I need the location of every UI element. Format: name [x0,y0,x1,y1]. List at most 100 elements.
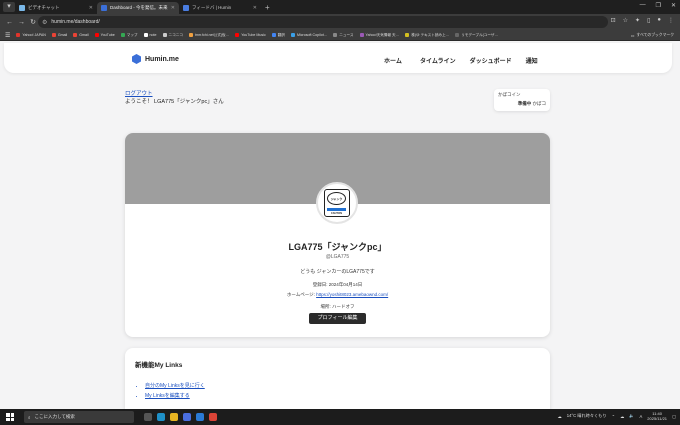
minimize-icon[interactable]: — [640,2,646,9]
bookmark-item[interactable]: tmrr.fchi.net公式(仮… [188,32,230,38]
tab-video-chat[interactable]: ビデオチャット ✕ [15,2,97,14]
site-logo[interactable]: Humin.me [132,54,179,64]
bookmark-label: tmrr.fchi.net公式(仮… [194,32,230,37]
windows-start-icon[interactable] [6,413,14,421]
bookmark-label: Gmail [57,33,68,37]
my-links-view-link[interactable]: 自分のMy Linksを見に行く [145,383,205,389]
back-icon[interactable]: ← [6,19,13,26]
my-links-title: 新機能My Links [135,362,183,369]
bookmark-item[interactable]: ニコニコ [162,32,183,38]
homepage-link[interactable]: https://yoshit8023.amebaownd.com/ [316,292,388,297]
task-view-icon[interactable] [144,413,152,421]
avatar[interactable]: ジャンク CAUTION [316,182,358,224]
logo-text: Humin.me [145,55,179,63]
nav-timeline[interactable]: タイムライン [420,56,456,65]
weather-text[interactable]: 14°C 晴れ時々くもり [567,413,607,419]
ime-indicator[interactable]: A [640,414,643,419]
bookmark-item[interactable]: リモデーブル(ユーザ… [455,33,498,38]
chrome-icon[interactable] [209,413,217,421]
apps-grid-icon[interactable]: ☰ [5,32,10,39]
bookmark-favicon-icon [333,33,338,37]
install-app-icon[interactable]: ⊡ [611,17,616,24]
url-omnibox[interactable]: ⚙ humin.me/dashboard/ [38,16,608,28]
profile-registered: 登録日: 2024年04月14日 [312,282,363,287]
bookmark-item[interactable]: note [143,33,157,37]
tab-feedback[interactable]: フィードバ | Humin ✕ [179,2,261,14]
bookmark-item[interactable]: YouTube Music [235,33,266,37]
bookmark-label: ニュース [339,32,354,37]
notification-icon[interactable]: ▢ [672,414,676,419]
tab-label: ビデオチャット [28,5,60,10]
bookmark-star-icon[interactable]: ☆ [623,17,628,24]
my-links-view-item[interactable]: 自分のMy Linksを見に行く [145,382,540,389]
profile-icon[interactable]: ● [657,17,661,24]
all-bookmarks-button[interactable]: ▭ すべてのブックマーク [631,33,674,38]
weather-icon[interactable]: ☁ [558,414,562,419]
bookmark-favicon-icon [120,33,125,37]
bookmark-item[interactable]: Gmail [51,33,68,37]
bookmark-item[interactable]: 翻訳 [271,33,285,38]
bookmark-favicon-icon [51,33,56,37]
bookmark-favicon-icon [16,33,21,37]
site-header: Humin.me ホーム タイムライン ダッシュボード 通知 [4,43,672,73]
bookmark-label: ニコニコ [168,32,183,37]
close-window-icon[interactable]: ✕ [671,2,676,9]
store-icon[interactable] [183,413,191,421]
taskbar-search-placeholder: ここに入力して検索 [34,414,75,419]
bookmark-label: リモデーブル(ユーザ… [461,32,499,37]
file-explorer-icon[interactable] [170,413,178,421]
mail-icon[interactable] [196,413,204,421]
system-tray: ☁ 14°C 晴れ時々くもり ⌃ ☁ 🔈 A 11:40 2025/11/21 … [558,411,676,421]
bookmark-item[interactable]: Microsoft Copilot… [290,33,328,37]
tab-favicon-icon [101,5,107,11]
bookmark-favicon-icon [143,33,148,37]
nav-dashboard[interactable]: ダッシュボード [470,56,512,65]
bookmark-favicon-icon [162,33,167,37]
avatar-sign-band [327,208,346,211]
volume-icon[interactable]: 🔈 [629,413,634,419]
bookmark-item[interactable]: ニュース [333,32,354,38]
bookmark-item[interactable]: Yahoo!天気情報 天… [359,33,399,38]
logo-hexagon-icon [132,54,141,64]
tab-close-icon[interactable]: ✕ [171,5,175,11]
url-text[interactable]: humin.me/dashboard/ [51,19,99,25]
bookmark-item[interactable]: マップ [120,33,138,38]
my-links-edit-item[interactable]: My Linksを編集する [145,392,540,399]
tab-search-icon[interactable]: ▾ [3,2,15,12]
taskbar-search[interactable]: ⌕ ここに入力して検索 [24,411,134,423]
nav-home[interactable]: ホーム [384,56,406,65]
more-menu-icon[interactable]: ⋮ [668,17,674,24]
forward-icon[interactable]: → [18,19,25,26]
site-info-icon[interactable]: ⚙ [42,19,47,26]
clock[interactable]: 11:40 2025/11/21 [647,411,667,421]
edit-profile-button[interactable]: プロフィール編集 [309,313,366,324]
extensions-icon[interactable]: ✦ [635,17,640,24]
nav-notifications[interactable]: 通知 [526,56,538,65]
reload-icon[interactable]: ↻ [30,18,36,26]
my-links-edit-link[interactable]: My Linksを編集する [145,393,190,399]
edge-icon[interactable] [157,413,165,421]
bookmark-favicon-icon [94,33,99,37]
bookmark-label: Gmail [79,33,89,37]
maximize-icon[interactable]: ❐ [656,2,661,9]
bookmark-label: Yahoo! JAPAN [22,33,46,37]
bookmark-item[interactable]: YouTube [94,33,115,37]
profile-bio: どうも ジャンカーのLGA775です [300,269,375,275]
bookmark-favicon-icon [235,33,240,37]
tab-close-icon[interactable]: ✕ [89,5,93,11]
sidebar-icon[interactable]: ▯ [647,17,650,24]
bookmark-item[interactable]: Gmail [73,33,89,37]
logout-link[interactable]: ログアウト [125,89,153,97]
tray-chevron-icon[interactable]: ⌃ [612,414,616,419]
tab-label: フィードバ | Humin [192,5,232,10]
tab-close-icon[interactable]: ✕ [253,5,257,11]
profile-homepage: ホームページ: https://yoshit8023.amebaownd.com… [125,292,550,298]
bookmark-favicon-icon [359,33,364,37]
new-tab-button[interactable]: + [265,3,270,12]
network-icon[interactable]: ☁ [620,414,624,419]
bookmark-item[interactable]: Yahoo! JAPAN [16,33,46,37]
bookmark-label: Microsoft Copilot… [296,33,328,37]
tab-dashboard[interactable]: Dashboard - 今を発信。未来を… ✕ [97,2,179,14]
coin-box: かぼコイン 準備中 かぼコ [494,89,550,111]
bookmark-item[interactable]: 株)ゆ テキスト読み上… [405,33,449,38]
